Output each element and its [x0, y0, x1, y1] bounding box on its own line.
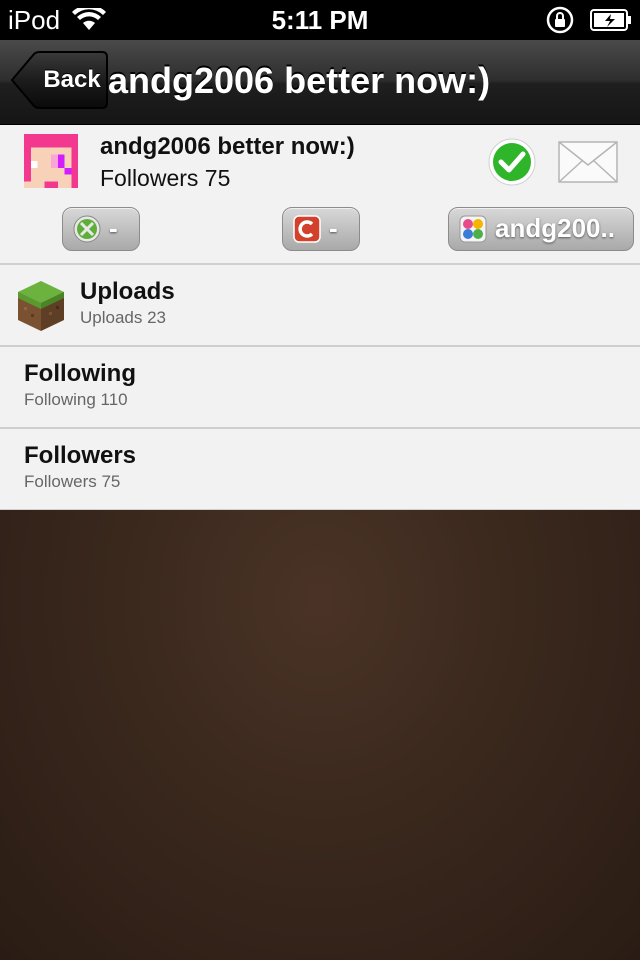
leather-background — [0, 510, 640, 960]
battery-icon — [590, 9, 631, 31]
profile-header: andg2006 better now:) Followers 75 - - a… — [0, 125, 640, 265]
followers-title: Followers — [24, 442, 137, 469]
list-item-following[interactable]: Following Following 110 — [0, 347, 640, 429]
uploads-subtitle: Uploads 23 — [80, 308, 167, 327]
list-item-uploads[interactable]: Uploads Uploads 23 — [0, 265, 640, 347]
list-item-followers[interactable]: Followers Followers 75 — [0, 429, 640, 511]
back-button[interactable]: Back — [10, 51, 108, 109]
game-badge-label: - — [329, 213, 338, 243]
uploads-title: Uploads — [80, 278, 175, 305]
following-title: Following — [24, 360, 136, 387]
mail-icon[interactable] — [558, 141, 618, 183]
game-center-icon — [459, 215, 487, 243]
profile-menu-list: Uploads Uploads 23 Following Following 1… — [0, 265, 640, 511]
game-center-badge-label: andg200.. — [495, 213, 615, 243]
followers-subtitle: Followers 75 — [24, 472, 121, 491]
orientation-lock-icon — [546, 6, 574, 34]
navigation-bar: Back andg2006 better now:) — [0, 40, 640, 125]
profile-followers-count: Followers 75 — [100, 165, 231, 191]
status-bar: iPod 5:11 PM — [0, 0, 640, 40]
back-button-label: Back — [43, 66, 101, 93]
xbox-badge-label: - — [109, 213, 118, 243]
game-badge-button[interactable]: - — [282, 207, 360, 251]
status-time: 5:11 PM — [271, 5, 369, 35]
following-subtitle: Following 110 — [24, 390, 128, 409]
follow-check-icon[interactable] — [488, 138, 536, 186]
avatar[interactable] — [24, 133, 78, 189]
profile-name: andg2006 better now:) — [100, 133, 355, 160]
page-title: andg2006 better now:) — [108, 60, 491, 101]
xbox-badge-button[interactable]: - — [62, 207, 140, 251]
game-center-badge-button[interactable]: andg200.. — [448, 207, 634, 251]
game-icon — [293, 215, 321, 243]
xbox-icon — [73, 215, 101, 243]
grass-block-icon — [18, 281, 64, 331]
